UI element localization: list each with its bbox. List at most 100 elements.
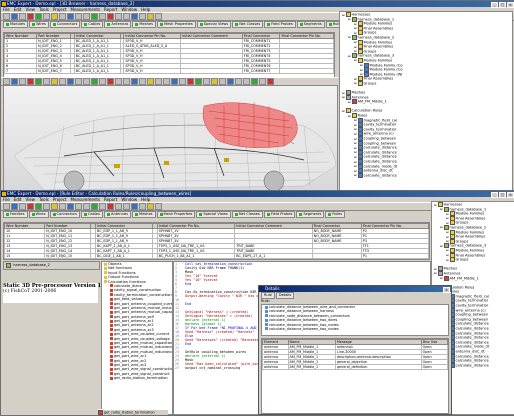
maximize-button[interactable]: □ xyxy=(499,192,506,198)
toolbar-button[interactable] xyxy=(107,203,114,210)
menu-item[interactable]: Measurements xyxy=(71,197,101,202)
toolbar-button[interactable] xyxy=(147,78,154,85)
toolbar-button[interactable] xyxy=(19,203,26,210)
table-cell[interactable]: BC_PUCH_1_A8_A1_1 xyxy=(156,258,236,259)
maximize-button[interactable]: □ xyxy=(499,2,506,8)
table-cell[interactable] xyxy=(279,68,334,74)
table-cell[interactable]: general_definition xyxy=(334,364,422,370)
toolbar-button[interactable] xyxy=(83,78,90,85)
toolbar-button[interactable] xyxy=(91,203,98,210)
table-row[interactable]: antenna AM_FM_Middle_1 general_definition O… xyxy=(262,364,448,370)
toolbar-button[interactable] xyxy=(99,13,106,20)
toolbar-button[interactable] xyxy=(131,78,138,85)
tab-field-probes[interactable]: Field Probes xyxy=(263,211,296,218)
menu-item[interactable]: Window xyxy=(121,197,137,202)
toolbar-button[interactable] xyxy=(51,78,58,85)
menu-item[interactable]: Tools xyxy=(39,7,49,12)
toolbar-button[interactable] xyxy=(19,78,26,85)
toolbar-button[interactable] xyxy=(123,203,130,210)
toolbar-button[interactable] xyxy=(83,13,90,20)
toolbar-button[interactable] xyxy=(131,203,138,210)
menu-item[interactable]: Project xyxy=(53,197,67,202)
toolbar-button[interactable] xyxy=(27,13,34,20)
menu-item[interactable]: Help xyxy=(141,197,150,202)
toolbar-button[interactable] xyxy=(75,78,82,85)
toolbar-button[interactable] xyxy=(3,78,10,85)
toolbar-button[interactable] xyxy=(11,13,18,20)
toolbar-button[interactable] xyxy=(171,78,178,85)
menu-item[interactable]: Help xyxy=(141,7,150,12)
toolbar-button[interactable] xyxy=(19,13,26,20)
tab-wires[interactable]: Wires xyxy=(28,211,49,218)
toolbar-button[interactable] xyxy=(43,13,50,20)
tab-special-views[interactable]: Special Views xyxy=(196,211,231,218)
tab-cables[interactable]: Cables xyxy=(80,211,103,218)
toolbar-button[interactable] xyxy=(107,78,114,85)
table-cell[interactable] xyxy=(180,68,243,74)
toolbar-button[interactable] xyxy=(3,203,10,210)
table-cell[interactable]: SP3D_V_H xyxy=(123,68,182,74)
function-item[interactable]: get_radio_station_termination xyxy=(102,376,172,380)
toolbar-button[interactable] xyxy=(67,13,74,20)
toolbar-button[interactable] xyxy=(75,13,82,20)
tab-segments[interactable]: Segments xyxy=(296,21,325,28)
tab-field-probes[interactable]: Field Probes xyxy=(264,21,296,28)
toolbar-button[interactable] xyxy=(235,78,242,85)
toolbar-button[interactable] xyxy=(267,78,274,85)
tab-special-views[interactable]: Special Views xyxy=(196,21,232,28)
tab-mesh-properties[interactable]: Mesh Properties xyxy=(156,21,196,28)
toolbar-button[interactable] xyxy=(243,78,250,85)
toolbar-button[interactable] xyxy=(203,78,210,85)
table-cell[interactable]: N_IDIT_ENG_16 xyxy=(44,258,92,259)
window1-titlebar[interactable]: EMC Expert - Demo.epl - [3D Browser - ha… xyxy=(1,1,514,8)
toolbar-button[interactable] xyxy=(27,203,34,210)
toolbar-button[interactable] xyxy=(123,13,130,20)
menu-item[interactable]: Tools xyxy=(39,197,49,202)
toolbar-button[interactable] xyxy=(99,78,106,85)
toolbar-button[interactable] xyxy=(147,13,154,20)
toolbar-button[interactable] xyxy=(155,13,162,20)
menu-item[interactable]: File xyxy=(3,197,10,202)
toolbar-button[interactable] xyxy=(59,203,66,210)
tab-net-classes[interactable]: Net Classes xyxy=(232,21,264,28)
rule-list-item[interactable]: calculate_distance_between_two_nodes xyxy=(262,327,448,331)
toolbar-button[interactable] xyxy=(91,13,98,20)
toolbar-button[interactable] xyxy=(35,78,42,85)
tab-meshes[interactable]: Meshes xyxy=(132,211,156,218)
tab-modules[interactable]: Modules xyxy=(3,21,28,28)
close-button[interactable]: × xyxy=(507,192,514,198)
table-cell[interactable]: AM_FM_Middle_1 xyxy=(287,364,336,370)
table-cell[interactable] xyxy=(311,258,362,259)
tab-net-classes[interactable]: Net Classes xyxy=(231,211,263,218)
toolbar-button[interactable] xyxy=(99,203,106,210)
toolbar-button[interactable] xyxy=(59,78,66,85)
toolbar-button[interactable] xyxy=(51,203,58,210)
tab-meshes[interactable]: Meshes xyxy=(132,21,156,28)
menu-item[interactable]: Edit xyxy=(14,7,22,12)
project-tree[interactable]: ⊟ Harnesses ⊟ harness_database_1 ⊟ Module Fam… xyxy=(339,11,513,191)
toolbar-button[interactable] xyxy=(43,78,50,85)
menu-item[interactable]: Report xyxy=(104,197,117,202)
toolbar-button[interactable] xyxy=(11,78,18,85)
window2-titlebar[interactable]: EMC Expert - Demo.epl - [Rule Editor - C… xyxy=(1,191,514,198)
menu-item[interactable]: Edit xyxy=(14,197,22,202)
table-cell[interactable]: N_IDIT_ENG_7 xyxy=(36,68,71,74)
toolbar-button[interactable] xyxy=(75,203,82,210)
toolbar-button[interactable] xyxy=(227,78,234,85)
toolbar-button[interactable] xyxy=(35,203,42,210)
tree-item[interactable]: ⊟ calculate_distance xyxy=(340,172,512,178)
toolbar-button[interactable] xyxy=(3,13,10,20)
toolbar-button[interactable] xyxy=(91,78,98,85)
tab-connectors[interactable]: Connectors xyxy=(49,21,81,28)
dialog-tab[interactable]: Details xyxy=(275,292,295,299)
toolbar-button[interactable] xyxy=(115,203,122,210)
tab-rules[interactable]: Rules xyxy=(325,211,346,218)
toolbar-button[interactable] xyxy=(211,78,218,85)
toolbar-button[interactable] xyxy=(67,78,74,85)
toolbar-button[interactable] xyxy=(51,13,58,20)
toolbar-button[interactable] xyxy=(139,203,146,210)
menu-item[interactable]: Window xyxy=(121,7,137,12)
dialog-titlebar[interactable]: Details × xyxy=(259,286,451,293)
expand-icon[interactable]: ⊟ xyxy=(354,173,357,177)
table-cell[interactable]: BC_EDPS_2T_A_1 xyxy=(234,258,313,259)
